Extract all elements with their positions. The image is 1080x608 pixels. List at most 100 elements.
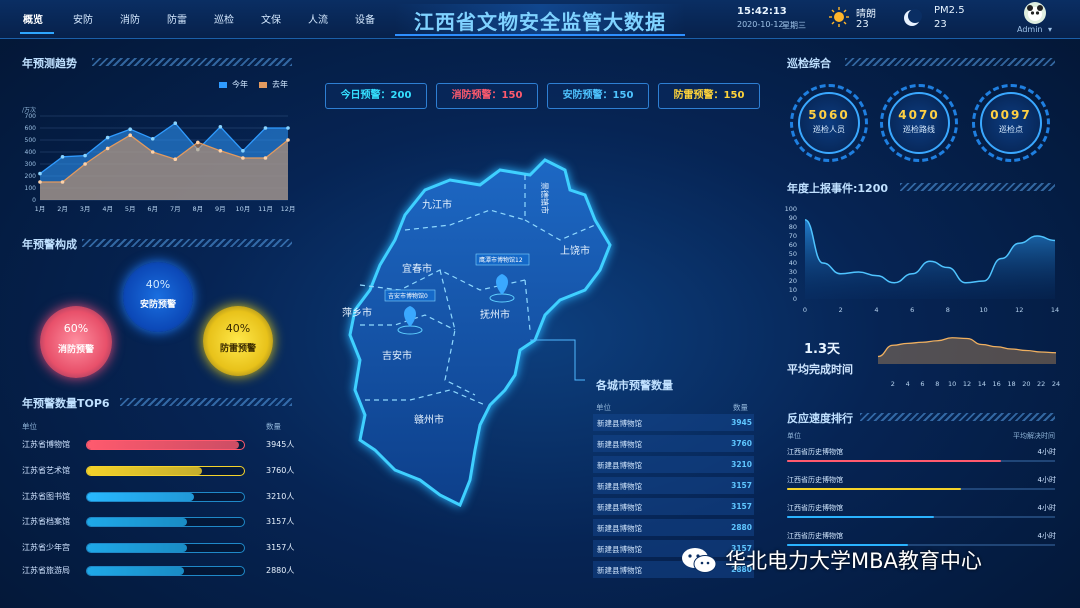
nav-heritage[interactable]: 文保 (261, 11, 281, 26)
user-name[interactable]: Admin (1017, 25, 1043, 34)
patrol-people-label: 巡检人员 (813, 125, 845, 134)
x-tick: 6 (920, 380, 924, 388)
city-fuzhou[interactable]: 抚州市 (480, 308, 510, 321)
stat-today[interactable]: 今日预警：200 (325, 83, 427, 109)
stat-security[interactable]: 安防预警：150 (547, 83, 649, 109)
top6-bar (86, 440, 245, 450)
city-table-col-unit: 单位 (596, 403, 611, 412)
fire-warning-bubble[interactable]: 60% 消防预警 (40, 306, 112, 378)
legend-swatch-this (219, 82, 227, 88)
chevron-down-icon[interactable]: ▾ (1048, 25, 1052, 34)
y-tick: 0 (32, 197, 36, 204)
nav-security[interactable]: 安防 (73, 11, 93, 26)
x-tick: 2月 (57, 205, 68, 213)
top6-value: 3760人 (266, 466, 295, 475)
x-tick: 4月 (102, 205, 113, 213)
x-tick: 12月 (281, 205, 295, 213)
top6-name: 江苏省旅游局 (22, 566, 70, 575)
data-point (263, 126, 268, 130)
city-pingxiang[interactable]: 萍乡市 (342, 306, 372, 319)
page-title: 江西省文物安全监管大数据 (414, 10, 666, 34)
fire-pct: 60% (63, 322, 89, 335)
x-tick: 1月 (35, 205, 46, 213)
top6-value: 3157人 (266, 517, 295, 526)
section-stripe (120, 398, 292, 406)
y-tick: 100 (785, 205, 797, 213)
top6-bar (86, 466, 245, 476)
speed-row-value: 4小时 (1037, 504, 1056, 512)
x-tick: 7月 (170, 205, 181, 213)
data-point (218, 125, 223, 129)
nav-fire[interactable]: 消防 (120, 11, 140, 26)
stat-security-label: 安防预警：150 (562, 90, 634, 101)
map-outline (348, 158, 612, 508)
x-tick: 6月 (147, 205, 158, 213)
patrol-points-value: 0097 (990, 108, 1032, 122)
patrol-points[interactable]: 0097 巡检点 (980, 92, 1042, 154)
city-row-name: 新建县博物馆 (597, 440, 642, 449)
stat-fire[interactable]: 消防预警：150 (436, 83, 538, 109)
data-point (38, 171, 42, 176)
pm25-label: PM2.5 (934, 5, 965, 16)
data-point (218, 149, 223, 153)
top6-value: 3945人 (266, 440, 295, 449)
x-tick: 5月 (125, 205, 136, 213)
section-stripe (900, 183, 1055, 191)
nav-patrol[interactable]: 巡检 (214, 11, 234, 26)
speed-row-name: 江西省历史博物馆 (787, 532, 843, 540)
y-tick: 80 (789, 223, 797, 231)
nav-traffic[interactable]: 人流 (308, 11, 328, 26)
data-point (38, 180, 42, 184)
stat-lightning[interactable]: 防雷预警：150 (658, 83, 760, 109)
weather-value: 23 (856, 19, 869, 30)
y-tick: 70 (789, 232, 797, 240)
speed-row-value: 4小时 (1037, 532, 1056, 540)
city-jingdezhen[interactable]: 景德镇市 (540, 182, 550, 214)
y-tick: 50 (789, 250, 797, 258)
speed-track (787, 516, 1055, 518)
speed-title: 反应速度排行 (787, 412, 853, 425)
city-row-name: 新建县博物馆 (597, 524, 642, 533)
map-tag-yingtan: 鹰潭市博物馆12 (479, 256, 523, 264)
speed-track (787, 460, 1055, 462)
top6-bar (86, 492, 245, 502)
y-tick: 100 (25, 185, 37, 192)
data-point (286, 126, 290, 130)
x-tick: 12 (963, 380, 971, 388)
top6-bar (86, 543, 245, 553)
y-tick: 700 (25, 113, 37, 120)
top6-bar-fill (87, 544, 188, 552)
city-row-value: 3157 (731, 502, 752, 511)
data-point (128, 127, 132, 131)
patrol-routes[interactable]: 4070 巡检路线 (888, 92, 950, 154)
city-jiujiang[interactable]: 九江市 (422, 198, 452, 211)
security-pct: 40% (145, 278, 171, 291)
nav-overview[interactable]: 概览 (23, 11, 43, 26)
avatar[interactable] (1024, 2, 1046, 24)
nav-device[interactable]: 设备 (355, 11, 375, 26)
speed-row-value: 4小时 (1037, 448, 1056, 456)
city-shangrao[interactable]: 上饶市 (560, 244, 590, 257)
watermark-text: 华北电力大学MBA教育中心 (725, 549, 982, 573)
city-jian[interactable]: 吉安市 (382, 349, 412, 362)
x-tick: 4 (906, 380, 910, 388)
security-warning-bubble[interactable]: 40% 安防预警 (123, 262, 193, 332)
x-tick: 2 (891, 380, 895, 388)
y-tick: 500 (25, 137, 37, 144)
y-tick: 200 (25, 173, 37, 180)
y-tick: 0 (793, 295, 797, 303)
lightning-warning-bubble[interactable]: 40% 防雷预警 (203, 306, 273, 376)
city-yichun[interactable]: 宜春市 (402, 262, 432, 275)
nav-lightning[interactable]: 防雷 (167, 11, 187, 26)
patrol-routes-label: 巡检路线 (903, 125, 935, 134)
y-tick: 20 (789, 277, 797, 285)
stat-fire-label: 消防预警：150 (451, 90, 523, 101)
x-tick: 9月 (215, 205, 226, 213)
section-stripe (82, 239, 292, 247)
fire-label: 消防预警 (57, 345, 94, 355)
city-ganzhou[interactable]: 赣州市 (414, 413, 444, 426)
top6-bar-fill (87, 493, 194, 501)
patrol-people[interactable]: 5060 巡检人员 (798, 92, 860, 154)
top6-bar-fill (87, 441, 240, 449)
clock-time: 15:42:13 (737, 6, 787, 17)
